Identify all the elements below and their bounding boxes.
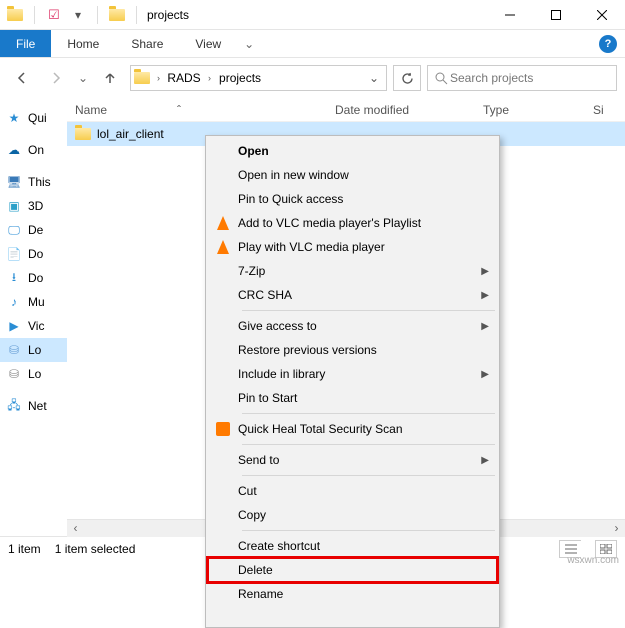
- ctx-restore-versions[interactable]: Restore previous versions: [208, 338, 497, 362]
- ctx-crc-sha[interactable]: CRC SHA▶: [208, 283, 497, 307]
- navigation-pane: ★Qui ☁On 🖥This ▣3D 🖵De 📄Do ⭳Do ♪Mu ▶Vic …: [0, 98, 67, 536]
- sidebar-item-downloads[interactable]: ⭳Do: [0, 266, 67, 290]
- folder-icon: [6, 6, 24, 24]
- breadcrumb-segment[interactable]: projects: [215, 71, 265, 85]
- drive-icon: ⛁: [6, 366, 22, 382]
- minimize-button[interactable]: [487, 0, 533, 30]
- file-name: lol_air_client: [97, 127, 164, 141]
- item-count: 1 item: [8, 542, 41, 556]
- column-type[interactable]: Type: [475, 103, 585, 117]
- ribbon-tabs: File Home Share View ⌄ ?: [0, 30, 625, 58]
- folder-icon: [131, 72, 153, 84]
- help-icon[interactable]: ?: [599, 35, 617, 53]
- maximize-button[interactable]: [533, 0, 579, 30]
- folder-icon: [75, 126, 91, 142]
- window-title: projects: [147, 8, 189, 22]
- breadcrumb-segment[interactable]: › RADS ›: [153, 71, 215, 85]
- up-button[interactable]: [96, 64, 124, 92]
- ctx-quickheal-scan[interactable]: Quick Heal Total Security Scan: [208, 417, 497, 441]
- sidebar-item-documents[interactable]: 📄Do: [0, 242, 67, 266]
- recent-locations-icon[interactable]: ⌄: [76, 64, 90, 92]
- ctx-open-new-window[interactable]: Open in new window: [208, 163, 497, 187]
- ctx-create-shortcut[interactable]: Create shortcut: [208, 534, 497, 558]
- sidebar-item-videos[interactable]: ▶Vic: [0, 314, 67, 338]
- column-name[interactable]: Nameˆ: [67, 103, 327, 117]
- share-tab[interactable]: Share: [115, 30, 179, 57]
- quickheal-icon: [216, 422, 230, 436]
- ctx-cut[interactable]: Cut: [208, 479, 497, 503]
- address-bar[interactable]: › RADS › projects ⌄: [130, 65, 387, 91]
- sidebar-item-local-disk[interactable]: ⛁Lo: [0, 338, 67, 362]
- address-dropdown-icon[interactable]: ⌄: [362, 71, 386, 85]
- ctx-include-library[interactable]: Include in library▶: [208, 362, 497, 386]
- desktop-icon: 🖵: [6, 222, 22, 238]
- submenu-arrow-icon: ▶: [481, 290, 489, 301]
- sidebar-item-network[interactable]: 🖧Net: [0, 394, 67, 418]
- navigation-bar: ⌄ › RADS › projects ⌄ Search projects: [0, 58, 625, 98]
- ctx-rename[interactable]: Rename: [208, 582, 497, 606]
- submenu-arrow-icon: ▶: [481, 266, 489, 277]
- vlc-icon: [217, 216, 229, 230]
- vlc-icon: [217, 240, 229, 254]
- ctx-vlc-play[interactable]: Play with VLC media player: [208, 235, 497, 259]
- ctx-vlc-add-playlist[interactable]: Add to VLC media player's Playlist: [208, 211, 497, 235]
- music-icon: ♪: [6, 294, 22, 310]
- sidebar-item-this-pc[interactable]: 🖥This: [0, 170, 67, 194]
- ctx-7zip[interactable]: 7-Zip▶: [208, 259, 497, 283]
- search-placeholder: Search projects: [450, 71, 533, 85]
- view-tab[interactable]: View: [179, 30, 237, 57]
- submenu-arrow-icon: ▶: [481, 321, 489, 332]
- sidebar-item-desktop[interactable]: 🖵De: [0, 218, 67, 242]
- search-input[interactable]: Search projects: [427, 65, 617, 91]
- cloud-icon: ☁: [6, 142, 22, 158]
- sidebar-item-music[interactable]: ♪Mu: [0, 290, 67, 314]
- ctx-pin-start[interactable]: Pin to Start: [208, 386, 497, 410]
- scroll-right-icon[interactable]: ›: [608, 520, 625, 537]
- drive-icon: ⛁: [6, 342, 22, 358]
- context-menu: Open Open in new window Pin to Quick acc…: [205, 135, 500, 628]
- downloads-icon: ⭳: [6, 270, 22, 286]
- refresh-button[interactable]: [393, 65, 421, 91]
- title-bar: ☑ ▾ projects: [0, 0, 625, 30]
- properties-checkbox-icon[interactable]: ☑: [45, 6, 63, 24]
- sidebar-item-quick-access[interactable]: ★Qui: [0, 106, 67, 130]
- watermark: wsxwn.com: [567, 555, 619, 566]
- ctx-send-to[interactable]: Send to▶: [208, 448, 497, 472]
- folder-icon: [108, 6, 126, 24]
- ctx-pin-quick-access[interactable]: Pin to Quick access: [208, 187, 497, 211]
- search-icon: [432, 72, 450, 85]
- pc-icon: 🖥: [6, 174, 22, 190]
- scroll-left-icon[interactable]: ‹: [67, 520, 84, 537]
- video-icon: ▶: [6, 318, 22, 334]
- sidebar-item-3d[interactable]: ▣3D: [0, 194, 67, 218]
- selection-count: 1 item selected: [55, 542, 136, 556]
- documents-icon: 📄: [6, 246, 22, 262]
- file-tab[interactable]: File: [0, 30, 51, 57]
- cube-icon: ▣: [6, 198, 22, 214]
- ctx-copy[interactable]: Copy: [208, 503, 497, 527]
- ribbon-expand-icon[interactable]: ⌄: [237, 37, 261, 51]
- column-size[interactable]: Si: [585, 103, 625, 117]
- qat-dropdown-icon[interactable]: ▾: [69, 6, 87, 24]
- network-icon: 🖧: [6, 398, 22, 414]
- back-button[interactable]: [8, 64, 36, 92]
- column-date[interactable]: Date modified: [327, 103, 475, 117]
- sort-indicator-icon: ˆ: [177, 103, 181, 117]
- submenu-arrow-icon: ▶: [481, 369, 489, 380]
- column-headers[interactable]: Nameˆ Date modified Type Si: [67, 98, 625, 122]
- close-button[interactable]: [579, 0, 625, 30]
- forward-button[interactable]: [42, 64, 70, 92]
- star-icon: ★: [6, 110, 22, 126]
- sidebar-item-local-disk[interactable]: ⛁Lo: [0, 362, 67, 386]
- ctx-give-access[interactable]: Give access to▶: [208, 314, 497, 338]
- ctx-delete[interactable]: Delete: [208, 558, 497, 582]
- sidebar-item-onedrive[interactable]: ☁On: [0, 138, 67, 162]
- home-tab[interactable]: Home: [51, 30, 115, 57]
- submenu-arrow-icon: ▶: [481, 455, 489, 466]
- ctx-open[interactable]: Open: [208, 139, 497, 163]
